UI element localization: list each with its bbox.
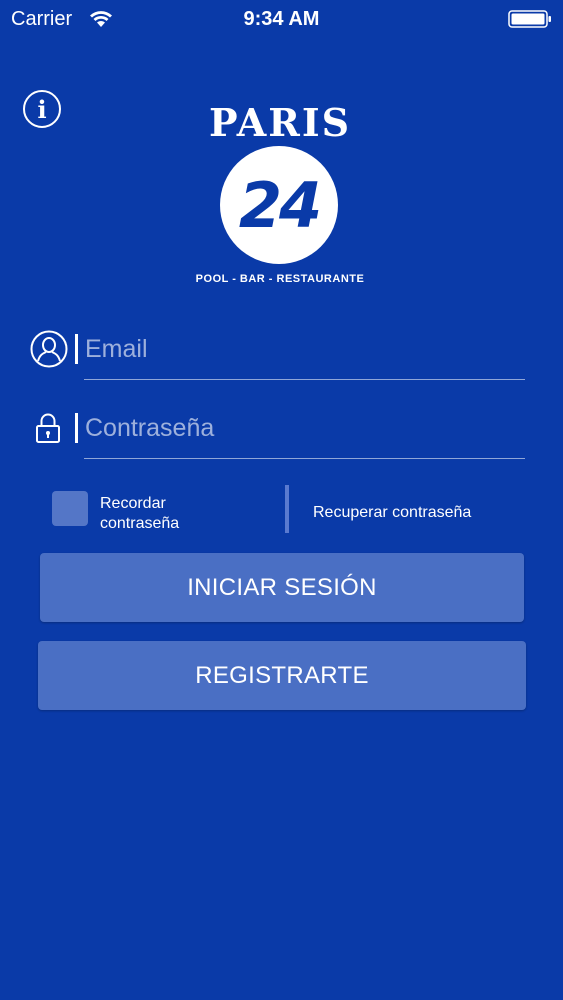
login-button[interactable]: INICIAR SESIÓN (40, 553, 524, 622)
remember-checkbox[interactable] (52, 491, 88, 526)
logo: PARIS 24 POOL - BAR - RESTAURANTE (180, 100, 380, 295)
password-cursor (75, 413, 78, 443)
email-input[interactable] (85, 330, 525, 368)
clock: 9:34 AM (243, 8, 320, 30)
user-icon (30, 330, 68, 368)
battery-icon (508, 10, 551, 28)
logo-tagline: POOL - BAR - RESTAURANTE (195, 273, 365, 285)
password-underline (84, 458, 525, 459)
password-input[interactable] (85, 409, 525, 447)
email-field-row (30, 330, 525, 380)
password-field-row (30, 409, 525, 459)
email-cursor (75, 334, 78, 364)
remember-label: Recordar contraseña (100, 495, 180, 532)
lock-icon (36, 413, 60, 443)
recover-password-link[interactable]: Recuperar contraseña (313, 504, 471, 522)
email-underline (84, 379, 525, 380)
logo-circle: 24 (220, 146, 338, 264)
logo-title: PARIS (208, 100, 352, 145)
info-icon: i (37, 94, 47, 124)
register-button[interactable]: REGISTRARTE (38, 641, 526, 710)
logo-number: 24 (238, 168, 322, 242)
status-bar: Carrier 9:34 AM (0, 0, 563, 38)
info-button[interactable]: i (23, 90, 61, 128)
row-divider (285, 485, 289, 533)
